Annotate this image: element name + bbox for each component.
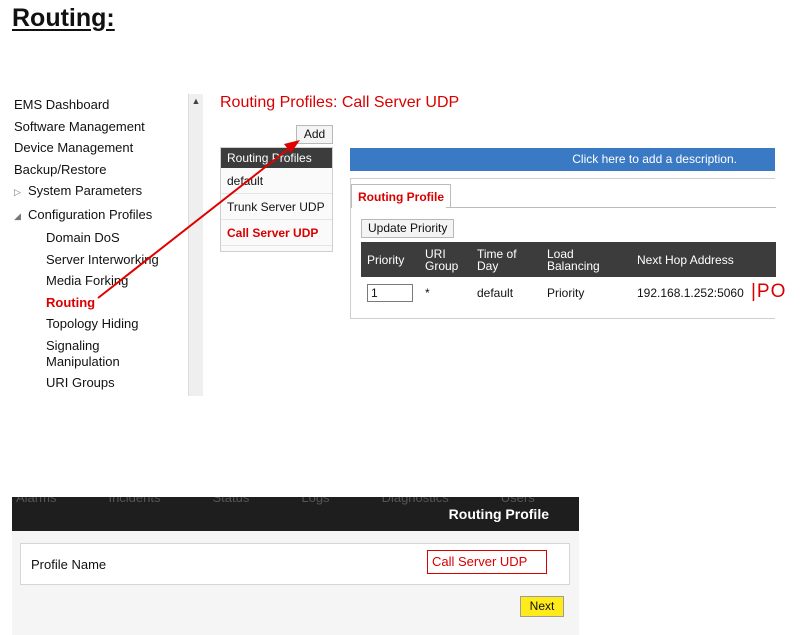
triangle-down-icon[interactable]: ◢ (14, 206, 28, 228)
cell-time-of-day: default (477, 286, 514, 300)
update-priority-button[interactable]: Update Priority (361, 219, 455, 238)
profile-name-label: Profile Name (31, 557, 107, 572)
tab-divider (446, 207, 776, 208)
nav-configuration-profiles[interactable]: ◢ Configuration Profiles (14, 204, 204, 228)
cell-priority: 1 (361, 277, 419, 309)
left-navigation: EMS Dashboard Software Management Device… (14, 94, 204, 393)
nav-domain-dos[interactable]: Domain DoS (14, 227, 204, 249)
nav-system-parameters[interactable]: ▷ System Parameters (14, 180, 204, 204)
menu-item-logs[interactable]: Logs (301, 497, 329, 505)
tab-routing-profile[interactable]: Routing Profile (351, 184, 451, 208)
menu-item-status[interactable]: Status (213, 497, 250, 505)
nav-server-interworking[interactable]: Server Interworking (14, 249, 204, 271)
top-menu-ghost: Alarms Incidents Status Logs Diagnostics User… (16, 497, 579, 505)
routing-profile-dialog: Alarms Incidents Status Logs Diagnostics User… (12, 497, 579, 635)
description-bar[interactable]: Click here to add a description. (350, 148, 775, 171)
next-hop-table: Priority URI Group Time of Day Load Bala… (361, 242, 785, 309)
profile-item-default[interactable]: default (221, 168, 332, 194)
cell-next-hop-address: 192.168.1.252:5060 |PO (631, 277, 785, 309)
routing-profiles-list: Routing Profiles default Trunk Server UD… (220, 147, 333, 252)
col-time-of-day: Time of Day (471, 242, 541, 277)
nav-ems-dashboard[interactable]: EMS Dashboard (14, 94, 204, 116)
nav-media-forking[interactable]: Media Forking (14, 270, 204, 292)
add-button[interactable]: Add (296, 125, 333, 144)
cell-uri-group: * (425, 286, 430, 300)
dialog-title-bar: Alarms Incidents Status Logs Diagnostics User… (12, 497, 579, 531)
nav-backup-restore[interactable]: Backup/Restore (14, 159, 204, 181)
menu-item-users[interactable]: Users (501, 497, 535, 505)
profile-item-call-server-udp[interactable]: Call Server UDP (221, 220, 332, 246)
table-row: 1 * default Priority 192.168.1.252:5060 |… (361, 277, 785, 309)
next-button[interactable]: Next (520, 596, 564, 617)
menu-item-alarms[interactable]: Alarms (16, 497, 56, 505)
profile-name-field[interactable]: Call Server UDP (427, 550, 547, 574)
nav-system-parameters-label: System Parameters (28, 183, 143, 198)
page-title: Routing Profiles: Call Server UDP (220, 94, 460, 111)
nav-device-management[interactable]: Device Management (14, 137, 204, 159)
menu-item-diagnostics[interactable]: Diagnostics (382, 497, 449, 505)
profile-name-row: Profile Name Call Server UDP (20, 543, 570, 585)
col-priority: Priority (361, 242, 419, 277)
document-heading: Routing: (12, 4, 115, 32)
routing-profile-panel: Routing Profile Update Priority Priority… (350, 178, 785, 319)
menu-item-incidents[interactable]: Incidents (108, 497, 160, 505)
col-next-hop-address: Next Hop Address (631, 242, 776, 277)
nav-signaling-manipulation[interactable]: Signaling Manipulation (14, 335, 164, 372)
nav-scrollbar[interactable]: ▲ (188, 94, 203, 396)
col-load-balancing: Load Balancing (541, 242, 631, 277)
dialog-title: Routing Profile (448, 506, 549, 522)
nav-routing[interactable]: Routing (14, 292, 204, 314)
cell-load-balancing: Priority (547, 286, 585, 300)
nav-topology-hiding[interactable]: Topology Hiding (14, 313, 204, 335)
routing-profiles-header: Routing Profiles (221, 148, 332, 168)
chevron-up-icon[interactable]: ▲ (189, 94, 203, 108)
nav-software-management[interactable]: Software Management (14, 116, 204, 138)
nav-uri-groups[interactable]: URI Groups (14, 372, 204, 394)
nav-configuration-profiles-label: Configuration Profiles (28, 206, 153, 222)
col-uri-group: URI Group (419, 242, 471, 277)
triangle-right-icon[interactable]: ▷ (14, 182, 28, 204)
next-hop-address-value: 192.168.1.252:5060 (637, 286, 744, 300)
next-hop-overflow-text: |PO (751, 281, 787, 302)
priority-input[interactable]: 1 (367, 284, 413, 302)
profile-item-trunk-server-udp[interactable]: Trunk Server UDP (221, 194, 332, 220)
